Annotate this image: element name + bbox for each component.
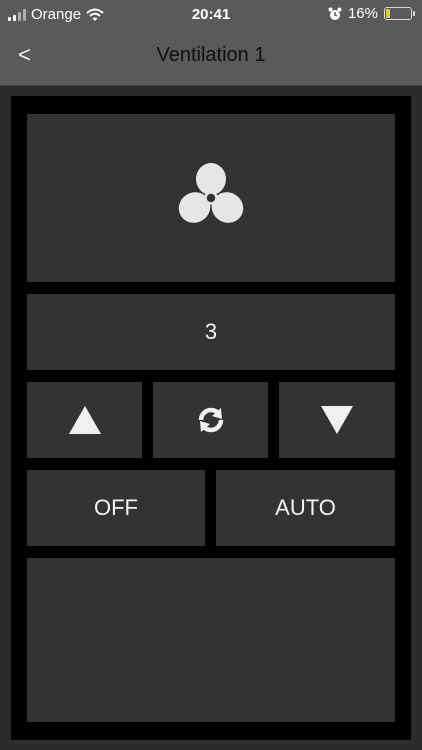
battery-fill: [386, 9, 390, 18]
page-title: Ventilation 1: [156, 44, 266, 66]
off-label: OFF: [94, 495, 138, 520]
auto-button[interactable]: AUTO: [216, 470, 395, 546]
alarm-icon: [328, 7, 342, 20]
speed-up-button[interactable]: [27, 382, 142, 458]
speed-down-button[interactable]: [279, 382, 395, 458]
speed-value: 3: [204, 319, 218, 344]
refresh-button[interactable]: [153, 382, 268, 458]
battery-icon: [384, 7, 415, 20]
arrow-up-icon: [68, 406, 101, 434]
refresh-icon: [198, 407, 223, 433]
control-panel: 3 OFF AUTO: [11, 96, 411, 740]
empty-tile: [27, 558, 395, 722]
status-bar: Orange 20:41 16%: [0, 0, 422, 30]
off-button[interactable]: OFF: [27, 470, 205, 546]
fan-icon: [178, 163, 244, 223]
fan-tile: [27, 114, 395, 282]
speed-display: 3: [27, 294, 395, 370]
auto-label: AUTO: [275, 495, 336, 520]
arrow-down-icon: [321, 406, 353, 434]
status-right: 16%: [328, 5, 415, 22]
battery-percent: 16%: [347, 5, 378, 22]
nav-bar: < Ventilation 1: [0, 30, 422, 86]
